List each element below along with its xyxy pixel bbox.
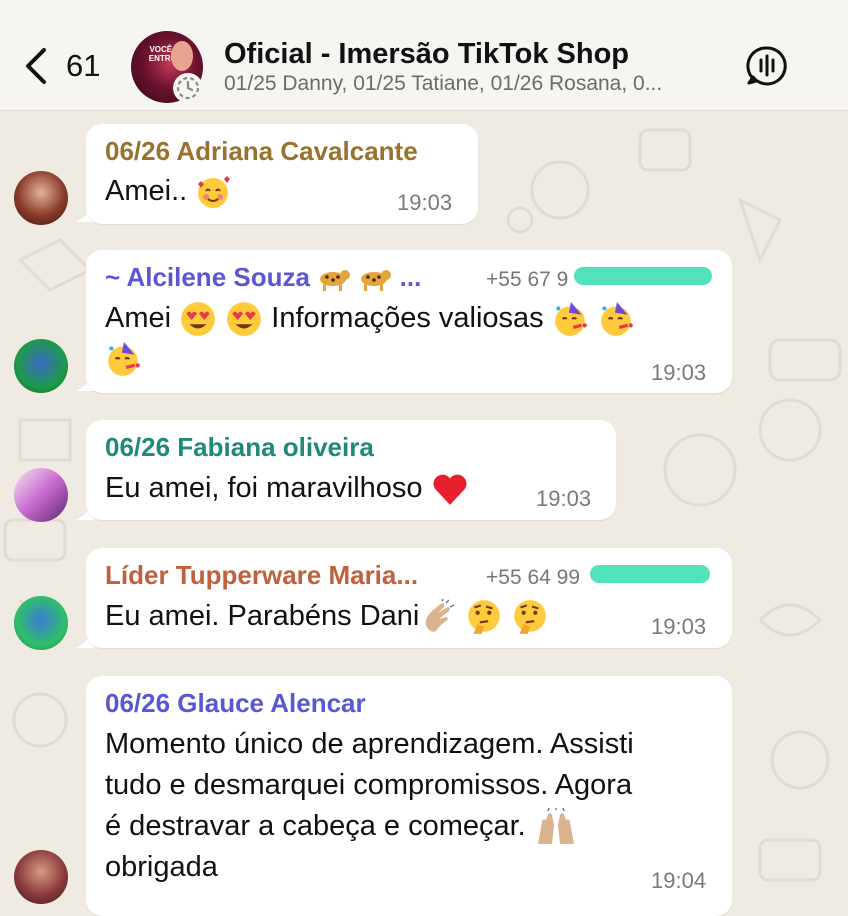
leopard-emoji	[361, 270, 392, 292]
message-text-line: tudo e desmarquei compromissos. Agora	[105, 769, 633, 801]
avatar[interactable]	[14, 596, 68, 650]
message-text: Amei..	[105, 171, 231, 212]
chat-header: 61 VOCÊ JÁ ENTROU! Oficial - Imersão Tik…	[0, 0, 848, 111]
message-bubble[interactable]: ~ Alcilene Souza ... +55 67 9 Amei Infor…	[86, 250, 732, 393]
message-bubble[interactable]: 06/26 Glauce Alencar Momento único de ap…	[86, 676, 732, 916]
sender-phone: +55 67 9	[486, 268, 569, 291]
message-text: Eu amei. Parabéns Dani	[105, 596, 549, 637]
avatar[interactable]	[14, 339, 68, 393]
raising-hands-emoji	[537, 808, 574, 845]
message-bubble[interactable]: Líder Tupperware Maria... +55 64 99 Eu a…	[86, 548, 732, 648]
message-time: 19:03	[651, 360, 707, 385]
sender-name[interactable]: Líder Tupperware Maria...	[105, 560, 418, 591]
back-chevron-icon[interactable]	[22, 46, 52, 86]
thinking-face-emoji	[514, 600, 547, 635]
status-ring-icon	[173, 73, 203, 103]
sender-name[interactable]: ~ Alcilene Souza ...	[105, 262, 421, 293]
message-time: 19:04	[651, 868, 707, 893]
message-text: Eu amei, foi maravilhoso	[105, 468, 469, 509]
redaction-mark	[590, 565, 710, 583]
message-text-line: Momento único de aprendizagem. Assisti	[105, 728, 634, 760]
partying-face-emoji	[554, 302, 587, 337]
avatar[interactable]	[14, 171, 68, 225]
message-text: Amei Informações valiosas	[105, 298, 636, 339]
unread-count[interactable]: 61	[66, 48, 100, 84]
leopard-emoji	[320, 270, 351, 292]
message-bubble[interactable]: 06/26 Fabiana oliveira Eu amei, foi mara…	[86, 420, 616, 520]
sender-name[interactable]: 06/26 Glauce Alencar	[105, 688, 366, 719]
heart-eyes-emoji	[227, 302, 262, 337]
clapping-hands-emoji	[426, 599, 455, 633]
sender-phone: +55 64 99	[486, 566, 581, 589]
avatar[interactable]	[14, 850, 68, 904]
message-time: 19:03	[397, 190, 453, 215]
heart-eyes-emoji	[181, 302, 216, 337]
message-time: 19:03	[651, 614, 707, 639]
partying-face-emoji	[108, 342, 140, 376]
sender-name[interactable]: 06/26 Fabiana oliveira	[105, 432, 374, 463]
red-heart-emoji	[433, 474, 467, 506]
message-text-line: obrigada	[105, 851, 218, 883]
avatar[interactable]	[14, 468, 68, 522]
message-time: 19:03	[536, 486, 592, 511]
group-title[interactable]: Oficial - Imersão TikTok Shop	[224, 38, 629, 71]
group-members-subtitle[interactable]: 01/25 Danny, 01/25 Tatiane, 01/26 Rosana…	[224, 72, 744, 96]
redaction-mark	[574, 267, 712, 285]
sender-name[interactable]: 06/26 Adriana Cavalcante	[105, 136, 418, 167]
audio-call-icon[interactable]	[745, 44, 789, 88]
smiling-hearts-emoji	[198, 176, 231, 209]
partying-face-emoji	[600, 302, 633, 337]
message-text-line: é destravar a cabeça e começar.	[105, 806, 578, 847]
thinking-face-emoji	[468, 600, 501, 635]
message-bubble[interactable]: 06/26 Adriana Cavalcante Amei.. 19:03	[86, 124, 478, 224]
